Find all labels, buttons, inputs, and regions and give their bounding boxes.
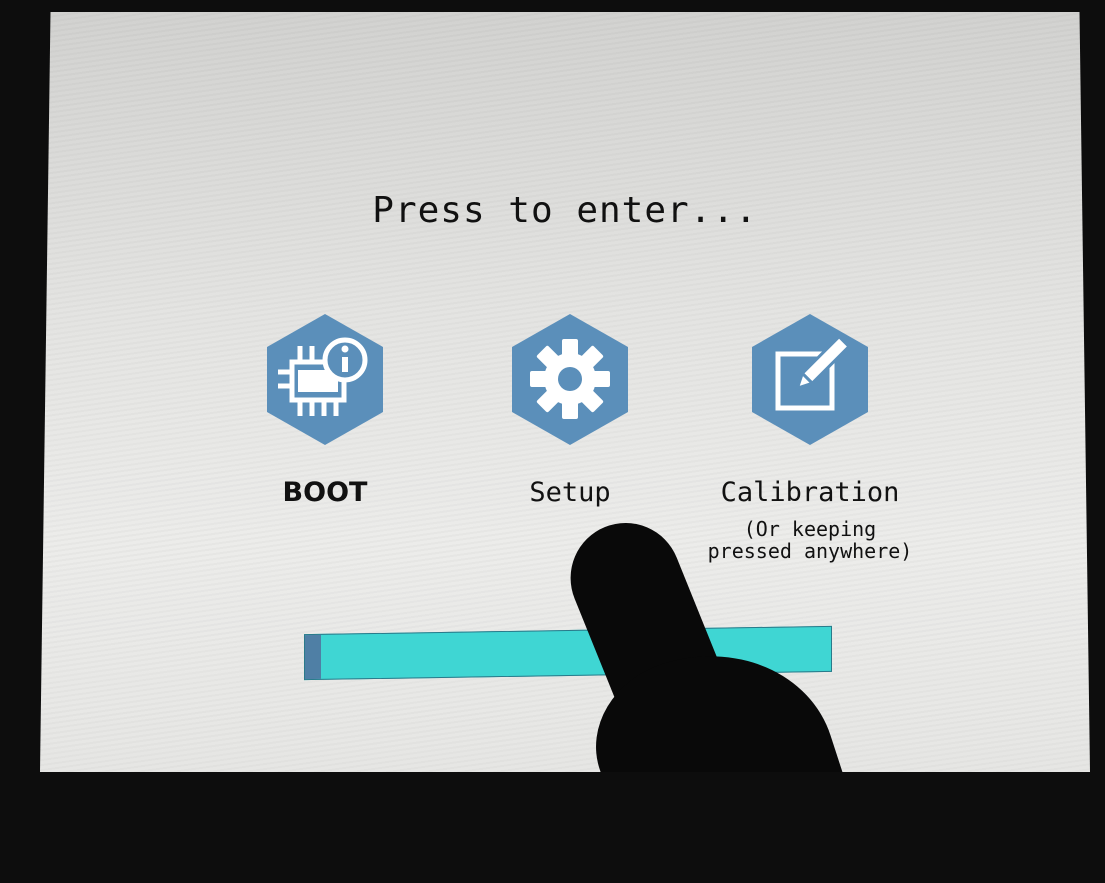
touch-screen[interactable]: Press to enter... BOOT Setup Calibration… [40,12,1090,772]
boot-label: BOOT [282,477,368,508]
page-title: Press to enter... [372,190,758,231]
calibration-hint: (Or keeping pressed anywhere) [670,518,950,562]
calibration-hint-line1: (Or keeping [743,517,877,541]
gear-icon [512,314,628,445]
edit-pencil-icon [752,314,868,445]
setup-label: Setup [529,477,611,508]
boot-button[interactable]: BOOT [225,312,425,508]
calibration-hint-line2: pressed anywhere) [707,539,913,563]
setup-button[interactable]: Setup [470,312,670,508]
progress-bar-fill [305,634,321,680]
calibration-button[interactable]: Calibration (Or keeping pressed anywhere… [708,312,912,562]
chip-info-icon [267,314,383,445]
calibration-label: Calibration [720,477,900,508]
